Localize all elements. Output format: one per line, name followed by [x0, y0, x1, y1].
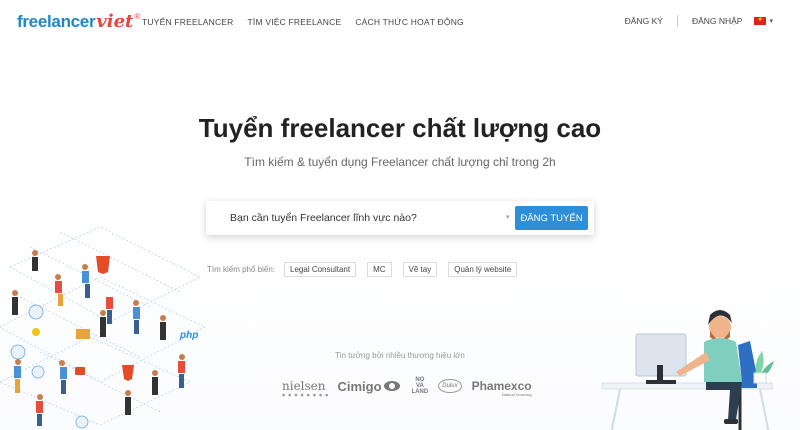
- chevron-down-icon[interactable]: ▾: [769, 17, 773, 25]
- nielsen-logo: nielsen ● ● ● ● ● ● ● ●: [282, 379, 330, 397]
- nav-find-freelance-job[interactable]: TÌM VIỆC FREELANCE: [248, 17, 342, 27]
- login-link[interactable]: ĐĂNG NHẬP: [692, 16, 743, 26]
- divider: [676, 15, 678, 27]
- freelancer-network-illustration: php: [0, 226, 206, 429]
- popular-searches: Tìm kiếm phổ biến: Legal Consultant MC V…: [207, 262, 528, 277]
- phamexco-logo: Phamexco Natural Sourcing: [471, 379, 532, 397]
- search-input[interactable]: [216, 206, 512, 230]
- popular-tag[interactable]: MC: [367, 262, 392, 277]
- brand-logos: nielsen ● ● ● ● ● ● ● ● Cimigo NO VA LAND D…: [282, 377, 532, 397]
- cimigo-logo: Cimigo: [338, 379, 400, 394]
- popular-searches-label: Tìm kiếm phổ biến:: [207, 265, 276, 274]
- main-nav: TUYỂN FREELANCER TÌM VIỆC FREELANCE CÁCH…: [142, 17, 464, 27]
- post-job-button[interactable]: ĐĂNG TUYỂN: [515, 206, 588, 230]
- hero-section: Tuyển freelancer chất lượng cao Tìm kiếm…: [0, 44, 800, 430]
- popular-tag[interactable]: Quản lý website: [448, 262, 518, 277]
- nav-hire-freelancer[interactable]: TUYỂN FREELANCER: [142, 17, 234, 27]
- top-navbar: freelancer viet ® TUYỂN FREELANCER TÌM V…: [0, 0, 800, 44]
- people-figures: [12, 250, 185, 426]
- phamexco-logo-text: Phamexco: [471, 379, 532, 393]
- nielsen-logo-text: nielsen: [282, 379, 326, 393]
- freelancerviet-logo[interactable]: freelancer viet ®: [17, 11, 140, 33]
- nav-how-it-works[interactable]: CÁCH THỨC HOẠT ĐỘNG: [355, 17, 464, 27]
- register-link[interactable]: ĐĂNG KÝ: [625, 16, 663, 26]
- dulux-logo-text: Dulux: [442, 383, 458, 389]
- chevron-down-icon[interactable]: ▾: [506, 213, 510, 221]
- popular-tag[interactable]: Vẽ tay: [402, 262, 438, 277]
- hero-subtitle: Tìm kiếm & tuyển dụng Freelancer chất lư…: [244, 155, 556, 169]
- auth-links: ĐĂNG KÝ ĐĂNG NHẬP ▾: [625, 15, 773, 27]
- dulux-logo: Dulux: [438, 379, 462, 393]
- vietnam-flag-icon[interactable]: [754, 16, 767, 25]
- novaland-logo: NO VA LAND: [411, 377, 429, 395]
- search-box: ▾ ĐĂNG TUYỂN: [206, 201, 594, 235]
- eye-icon: [383, 381, 400, 391]
- logo-text-main: freelancer: [17, 12, 96, 31]
- php-label: php: [179, 330, 198, 341]
- freelancer-at-desk-illustration: [601, 310, 774, 430]
- registered-mark: ®: [134, 12, 141, 21]
- cimigo-logo-text: Cimigo: [337, 378, 382, 394]
- logo-text-accent: viet: [96, 11, 134, 32]
- hero-title: Tuyển freelancer chất lượng cao: [198, 113, 602, 143]
- popular-tag[interactable]: Legal Consultant: [284, 262, 357, 277]
